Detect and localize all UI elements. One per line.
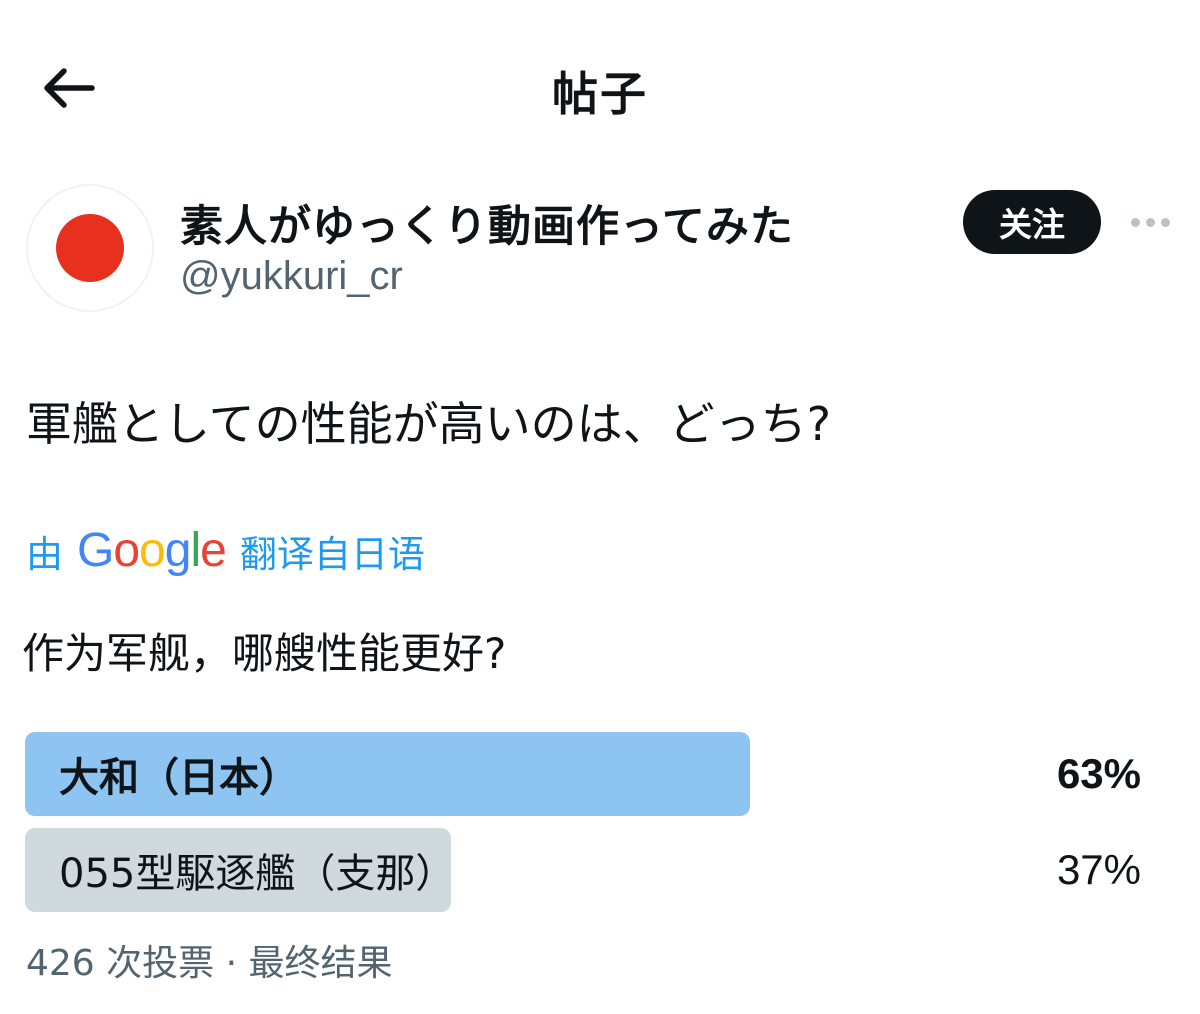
translated-by-label: 由 (26, 533, 63, 576)
google-logo: Google (77, 524, 227, 577)
translation-attribution[interactable]: 由 Google 翻译自日语 (26, 523, 425, 579)
author-row: 素人がゆっくり動画作ってみた @yukkuri_cr 关注 (0, 180, 1200, 330)
avatar[interactable] (26, 184, 154, 312)
poll-option-label: 大和（日本） (59, 755, 299, 801)
poll-option-percent: 63% (1056, 750, 1141, 797)
poll-option-label: 055型駆逐艦（支那） (59, 851, 456, 897)
page-title: 帖子 (552, 67, 648, 121)
poll-footer: 426 次投票 · 最终结果 (26, 943, 393, 984)
more-horizontal-icon (1130, 217, 1170, 227)
author-display-name[interactable]: 素人がゆっくり動画作ってみた (180, 192, 794, 254)
translated-text: 作为军舰，哪艘性能更好? (22, 629, 507, 678)
follow-button[interactable]: 关注 (963, 190, 1101, 254)
app-header: 帖子 (0, 0, 1200, 180)
poll-option-percent: 37% (1056, 846, 1141, 893)
author-handle[interactable]: @yukkuri_cr (180, 254, 403, 299)
more-options-button[interactable] (1124, 204, 1176, 240)
rising-sun-flag-avatar (56, 214, 124, 282)
translated-from-label: 翻译自日语 (239, 533, 425, 576)
poll-option[interactable]: 055型駆逐艦（支那） 37% (25, 828, 1175, 912)
poll: 大和（日本） 63% 055型駆逐艦（支那） 37% (25, 732, 1175, 924)
tweet-text: 軍艦としての性能が高いのは、どっち? (26, 397, 832, 451)
poll-option[interactable]: 大和（日本） 63% (25, 732, 1175, 816)
